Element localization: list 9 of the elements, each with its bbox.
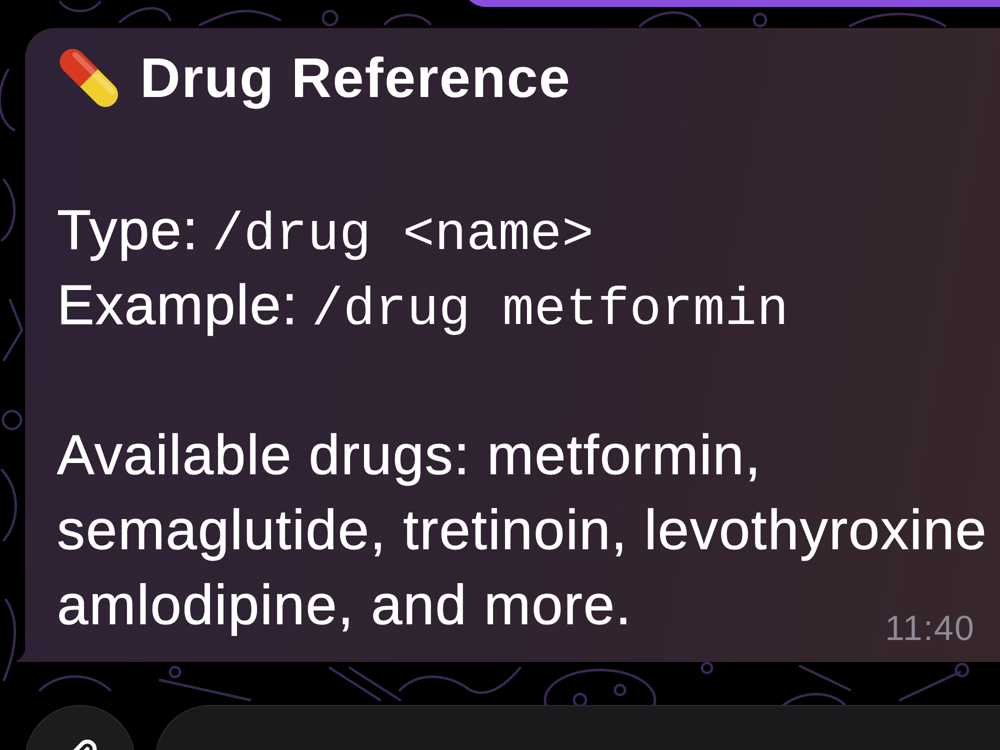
message-text-line: amlodipine, and more.: [57, 572, 632, 638]
message-title: Drug Reference: [140, 48, 572, 108]
command-label: Type:: [57, 197, 199, 263]
command-label: Example:: [57, 272, 298, 338]
message-time: 11:40: [885, 611, 975, 646]
command-code: /drug metformin: [311, 279, 789, 342]
command-code: /drug <name>: [212, 204, 594, 267]
message-text-line: Available drugs: metformin,: [57, 422, 762, 488]
message-text-line: semaglutide, tretinoin, levothyroxine: [57, 497, 988, 563]
